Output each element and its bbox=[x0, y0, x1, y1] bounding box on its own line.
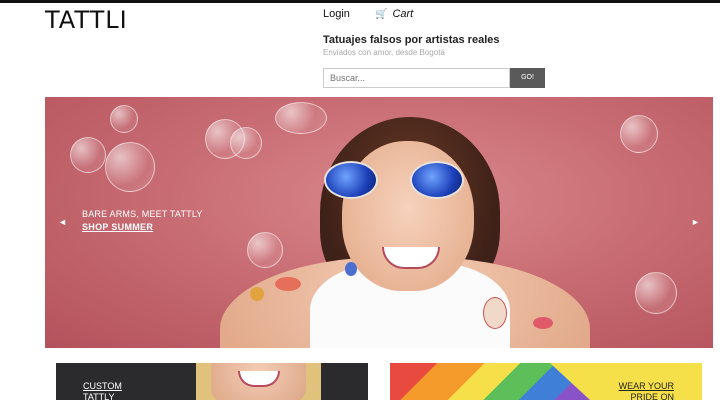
hero-cta-link[interactable]: SHOP SUMMER bbox=[82, 222, 203, 232]
login-link[interactable]: Login bbox=[323, 8, 350, 20]
promo-tile-custom[interactable]: CUSTOM TATTLY bbox=[56, 363, 368, 400]
bubble-decoration bbox=[635, 272, 677, 314]
search-input[interactable] bbox=[323, 68, 510, 88]
hero-carousel[interactable]: ◄ BARE ARMS, MEET TATTLY SHOP SUMMER ► bbox=[45, 97, 713, 348]
bubble-decoration bbox=[275, 102, 327, 134]
tattoo-decoration bbox=[345, 262, 357, 276]
bubble-decoration bbox=[247, 232, 283, 268]
tile-line: WEAR YOUR bbox=[618, 381, 674, 391]
top-border bbox=[0, 0, 720, 3]
cart-label: Cart bbox=[392, 8, 414, 20]
hero-headline: BARE ARMS, MEET TATTLY bbox=[82, 209, 203, 219]
carousel-next-arrow[interactable]: ► bbox=[691, 217, 700, 227]
tattoo-decoration bbox=[483, 297, 507, 329]
bubble-decoration bbox=[230, 127, 262, 159]
search-go-button[interactable]: GO! bbox=[510, 68, 545, 88]
bubble-decoration bbox=[105, 142, 155, 192]
site-logo[interactable]: TATTLI bbox=[45, 6, 128, 34]
carousel-prev-arrow[interactable]: ◄ bbox=[58, 217, 67, 227]
tile-rainbow-image bbox=[390, 363, 590, 400]
tattoo-decoration bbox=[250, 287, 264, 301]
tile-line: TATTLY bbox=[83, 392, 115, 400]
bubble-decoration bbox=[620, 115, 658, 153]
tile-line: CUSTOM bbox=[83, 381, 122, 391]
lens-left bbox=[324, 161, 378, 199]
cart-link[interactable]: 🛒 Cart bbox=[375, 8, 413, 20]
tattoo-decoration bbox=[533, 317, 553, 329]
promo-tile-pride[interactable]: WEAR YOUR PRIDE ON bbox=[390, 363, 702, 400]
promo-tile-custom-label[interactable]: CUSTOM TATTLY bbox=[83, 381, 122, 400]
bubble-decoration bbox=[70, 137, 106, 173]
cart-icon: 🛒 bbox=[375, 9, 388, 20]
tile-line: PRIDE ON bbox=[630, 392, 674, 400]
hero-caption: BARE ARMS, MEET TATTLY SHOP SUMMER bbox=[82, 209, 203, 232]
promo-tile-pride-label[interactable]: WEAR YOUR PRIDE ON bbox=[619, 381, 674, 400]
site-tagline: Tatuajes falsos por artistas reales bbox=[323, 34, 500, 46]
site-subtagline: Enviados con amor, desde Bogotá bbox=[323, 48, 445, 57]
lens-right bbox=[410, 161, 464, 199]
sunglasses bbox=[322, 157, 492, 199]
bubble-decoration bbox=[110, 105, 138, 133]
tattoo-decoration bbox=[275, 277, 301, 291]
